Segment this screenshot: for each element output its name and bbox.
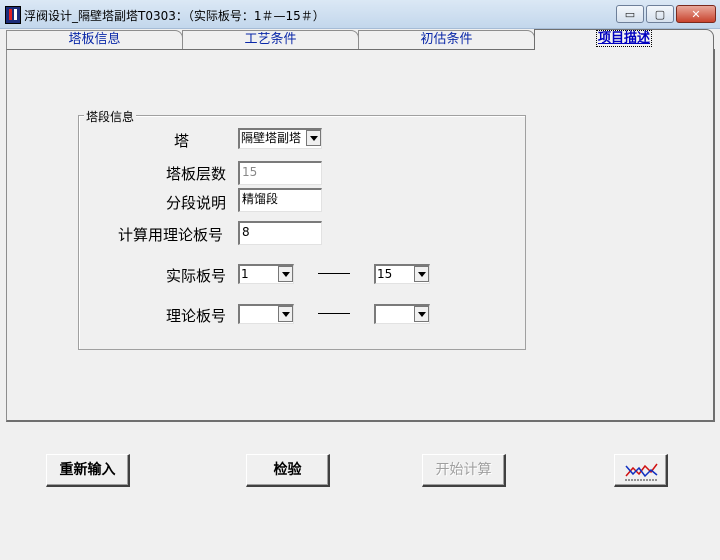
theory-tray-label: 理论板号 [166,307,227,325]
app-icon [5,6,21,24]
tab-initial-estimate[interactable]: 初估条件 [358,30,535,49]
tab-label: 塔板信息 [68,32,121,47]
tab-process-conditions[interactable]: 工艺条件 [182,30,359,49]
minimize-icon: ▭ [624,7,636,21]
actual-tray-label: 实际板号 [166,267,227,285]
tower-select[interactable]: 隔壁塔副塔 [238,128,322,149]
range-dash [318,273,350,274]
actual-tray-from-value: 1 [241,267,249,281]
chevron-down-icon[interactable] [306,130,321,146]
main-window: 浮阀设计_隔壁塔副塔T0303：（实际板号：1＃—15＃） ▭ ▢ ✕ 塔板信息… [0,0,720,560]
range-dash [318,313,350,314]
close-button[interactable]: ✕ [676,5,716,23]
check-button[interactable]: 检验 [246,454,330,487]
tab-project-description[interactable]: 项目描述 [534,29,714,50]
chevron-down-icon[interactable] [414,266,429,282]
chevron-down-icon[interactable] [278,306,293,322]
segment-desc-label: 分段说明 [166,194,227,212]
tray-count-label: 塔板层数 [166,165,227,183]
theory-tray-from-select[interactable] [238,304,294,324]
minimize-button[interactable]: ▭ [616,5,644,23]
chart-button[interactable] [614,454,668,487]
reset-button[interactable]: 重新输入 [46,454,130,487]
chevron-down-icon[interactable] [414,306,429,322]
group-title: 塔段信息 [84,108,137,125]
segment-desc-field[interactable]: 精馏段 [238,188,322,212]
maximize-icon: ▢ [654,7,666,21]
calc-tray-label: 计算用理论板号 [118,226,224,244]
tab-label: 初估条件 [420,32,473,47]
actual-tray-to-value: 15 [377,267,393,281]
title-bar: 浮阀设计_隔壁塔副塔T0303：（实际板号：1＃—15＃） ▭ ▢ ✕ [0,0,720,29]
start-calculation-button[interactable]: 开始计算 [422,454,506,487]
calc-tray-field[interactable]: 8 [238,221,322,245]
tab-tray-info[interactable]: 塔板信息 [6,30,183,49]
actual-tray-from-select[interactable]: 1 [238,264,294,284]
tab-label: 项目描述 [595,30,652,47]
actual-tray-to-select[interactable]: 15 [374,264,430,284]
close-icon: ✕ [691,7,701,21]
tab-strip: 塔板信息 工艺条件 初估条件 项目描述 [6,29,714,50]
tower-select-value: 隔壁塔副塔 [241,131,302,145]
line-chart-icon [624,463,658,481]
maximize-button[interactable]: ▢ [646,5,674,23]
tab-label: 工艺条件 [244,32,297,47]
chevron-down-icon[interactable] [278,266,293,282]
theory-tray-to-select[interactable] [374,304,430,324]
window-title: 浮阀设计_隔壁塔副塔T0303：（实际板号：1＃—15＃） [24,9,325,23]
tray-count-field[interactable]: 15 [238,161,322,185]
tower-label: 塔 [174,132,190,150]
